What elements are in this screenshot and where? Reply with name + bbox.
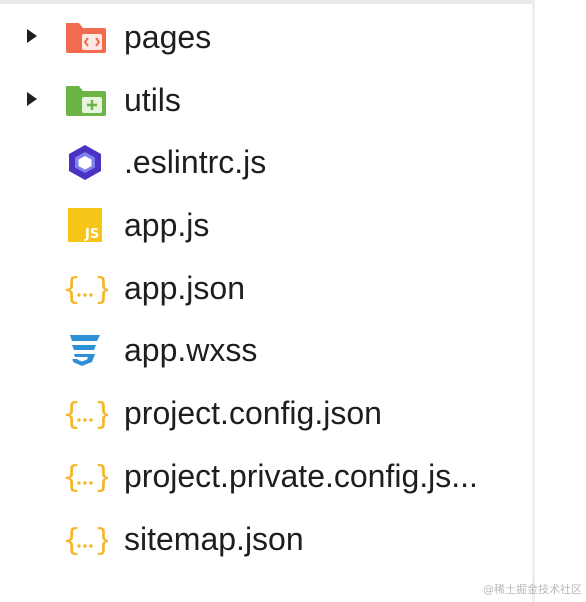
svg-text:}: } (94, 460, 108, 494)
svg-text:{: { (62, 272, 81, 306)
utils-folder-icon (62, 82, 108, 118)
expand-arrow-icon[interactable] (27, 91, 37, 106)
tree-item-label: app.json (124, 269, 245, 306)
svg-text:}: } (94, 272, 108, 306)
file-explorer-panel: pages utils .eslintrc.js JS app.js {app… (0, 0, 532, 602)
json-icon: { } (62, 458, 108, 494)
tree-item-sitemap-json[interactable]: { } sitemap.json (0, 509, 532, 572)
panel-top-border (0, 0, 532, 4)
tree-item-label: app.wxss (124, 332, 258, 369)
tree-item-app-json[interactable]: { } app.json (0, 258, 532, 321)
panel-right-border (532, 0, 535, 602)
tree-item-app-wxss[interactable]: app.wxss (0, 320, 532, 383)
tree-item-eslintrc[interactable]: .eslintrc.js (0, 132, 532, 195)
tree-item-label: project.private.config.js... (124, 457, 478, 494)
json-icon: { } (62, 395, 108, 431)
css-icon (62, 332, 108, 368)
eslint-icon (62, 144, 108, 181)
svg-text:{: { (62, 397, 81, 431)
svg-text:{: { (62, 460, 81, 494)
tree-item-project-private-config-json[interactable]: { } project.private.config.js... (0, 446, 532, 509)
svg-text:}: } (94, 397, 108, 431)
tree-item-project-config-json[interactable]: { } project.config.json (0, 383, 532, 446)
tree-item-pages[interactable]: pages (0, 7, 532, 70)
tree-item-label: sitemap.json (124, 520, 304, 557)
tree-item-label: pages (124, 19, 212, 55)
pages-folder-icon (62, 19, 108, 55)
tree-item-utils[interactable]: utils (0, 70, 532, 133)
tree-item-label: app.js (124, 207, 210, 244)
expand-arrow-icon[interactable] (27, 29, 37, 43)
javascript-icon: JS (62, 207, 108, 243)
tree-item-label: .eslintrc.js (124, 144, 267, 181)
json-icon: { } (62, 521, 108, 557)
json-icon: { } (62, 270, 108, 306)
watermark: @稀土掘金技术社区 (483, 583, 582, 596)
svg-text:{: { (62, 523, 81, 557)
tree-item-label: project.config.json (124, 395, 382, 432)
file-tree: pages utils .eslintrc.js JS app.js {app… (0, 7, 532, 571)
svg-text:}: } (94, 523, 108, 557)
tree-item-label: utils (124, 81, 181, 118)
svg-text:JS: JS (84, 227, 99, 242)
tree-item-app-js[interactable]: JS app.js (0, 195, 532, 258)
